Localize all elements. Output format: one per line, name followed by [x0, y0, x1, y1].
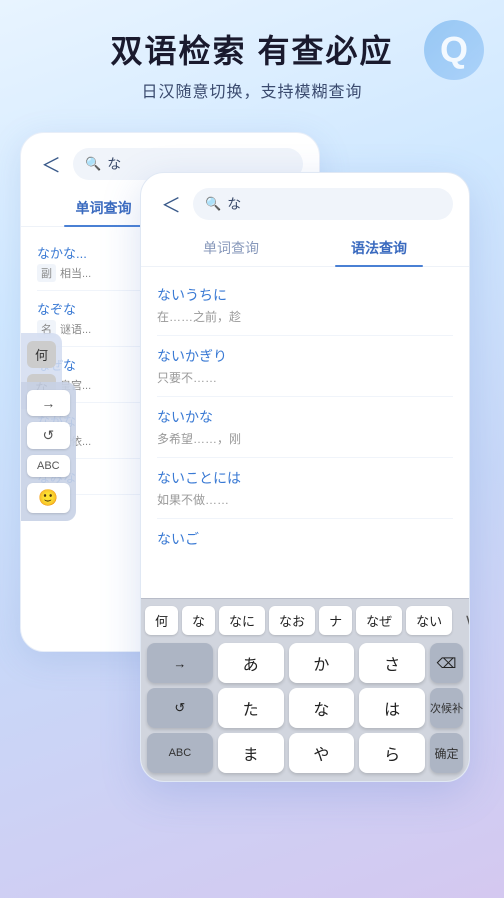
grammar-item[interactable]: ないご — [157, 519, 453, 561]
phones-container: ＜ 🔍 な 单词查询 语法查询 なかな... 副相当... なぞな 名谜语...… — [0, 122, 504, 762]
key-ra[interactable]: ら — [359, 733, 425, 773]
kana-ナ[interactable]: ナ — [319, 606, 352, 635]
back-button-front[interactable]: ＜ — [157, 187, 185, 220]
back-button-back[interactable]: ＜ — [37, 147, 65, 180]
key-ka[interactable]: か — [289, 643, 355, 683]
grammar-cn: 多希望……，刚 — [157, 430, 453, 447]
q-icon: Q — [424, 20, 484, 80]
search-icon-back: 🔍 — [85, 156, 101, 172]
key-abc[interactable]: ABC — [147, 733, 213, 773]
kana-なぜ[interactable]: なぜ — [356, 606, 402, 635]
sub-title: 日汉随意切换，支持模糊查询 — [24, 78, 480, 102]
abc-back[interactable]: ABC — [27, 455, 70, 477]
emoji-back[interactable]: 🙂 — [27, 483, 70, 513]
grammar-jp: ないうちに — [157, 285, 453, 305]
key-ta[interactable]: た — [218, 688, 284, 728]
main-title: 双语检索 有查必应 — [24, 32, 480, 70]
more-icon[interactable]: ∨ — [456, 605, 469, 635]
grammar-item[interactable]: ないうちに 在……之前，趁 — [157, 275, 453, 336]
front-search-bar[interactable]: 🔍 な — [193, 188, 453, 220]
search-icon-front: 🔍 — [205, 196, 221, 212]
undo-back[interactable]: ↺ — [27, 422, 70, 449]
kana-なお[interactable]: なお — [269, 606, 315, 635]
grammar-item[interactable]: ないかぎり 只要不…… — [157, 336, 453, 397]
front-phone-header: ＜ 🔍 な — [141, 173, 469, 230]
kana-何-back[interactable]: 何 — [27, 341, 56, 368]
key-confirm[interactable]: 确定 — [430, 733, 463, 773]
phone-front: ＜ 🔍 な 单词查询 语法查询 ないうちに 在……之前，趁 ないかぎり 只要不…… — [140, 172, 470, 782]
key-sa[interactable]: さ — [359, 643, 425, 683]
key-ya[interactable]: や — [289, 733, 355, 773]
key-na[interactable]: な — [289, 688, 355, 728]
front-tabs: 单词查询 语法查询 — [141, 230, 469, 267]
key-ma[interactable]: ま — [218, 733, 284, 773]
kana-なに[interactable]: なに — [219, 606, 265, 635]
key-a[interactable]: あ — [218, 643, 284, 683]
key-undo[interactable]: ↺ — [147, 688, 213, 728]
keyboard-area: 何 な なに なお ナ なぜ ない ∨ → あ か さ ⌫ ↺ た な — [141, 598, 469, 781]
keyboard-grid: → あ か さ ⌫ ↺ た な は 次候补 ABC ま や ら 确定 — [141, 639, 469, 781]
grammar-jp: ないかな — [157, 407, 453, 427]
key-delete[interactable]: ⌫ — [430, 643, 463, 683]
keyboard-top-row: 何 な なに なお ナ なぜ ない ∨ — [141, 599, 469, 639]
key-arrow[interactable]: → — [147, 643, 213, 683]
front-search-text: な — [227, 194, 241, 214]
kana-な[interactable]: な — [182, 606, 215, 635]
back-search-text: な — [107, 154, 121, 174]
tab-word-front[interactable]: 单词查询 — [157, 230, 305, 266]
arrow-right-back[interactable]: → — [27, 390, 70, 416]
grammar-jp: ないかぎり — [157, 346, 453, 366]
key-ha[interactable]: は — [359, 688, 425, 728]
grammar-item[interactable]: ないことには 如果不做…… — [157, 458, 453, 519]
kana-何[interactable]: 何 — [145, 606, 178, 635]
grammar-jp: ないご — [157, 529, 453, 549]
grammar-item[interactable]: ないかな 多希望……，刚 — [157, 397, 453, 458]
kana-ない[interactable]: ない — [406, 606, 452, 635]
grammar-jp: ないことには — [157, 468, 453, 488]
grammar-cn: 只要不…… — [157, 369, 453, 386]
grammar-cn: 在……之前，趁 — [157, 308, 453, 325]
front-grammar-list: ないうちに 在……之前，趁 ないかぎり 只要不…… ないかな 多希望……，刚 な… — [141, 271, 469, 561]
tab-grammar-front[interactable]: 语法查询 — [305, 230, 453, 266]
key-next-candidate[interactable]: 次候补 — [430, 688, 463, 728]
grammar-cn: 如果不做…… — [157, 491, 453, 508]
